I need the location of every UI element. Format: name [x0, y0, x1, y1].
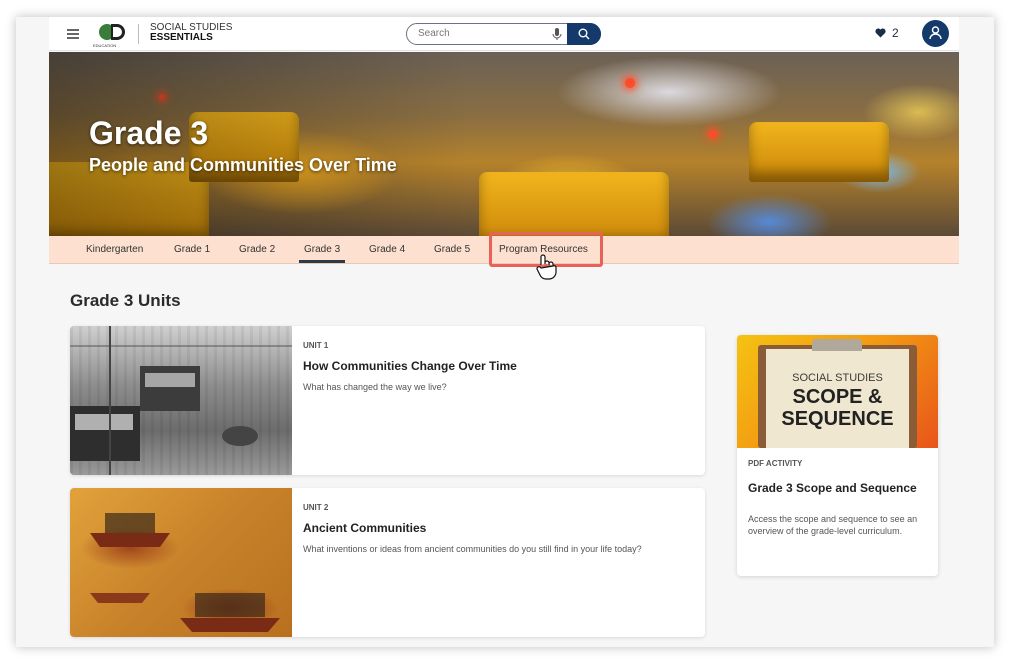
unit-description: What has changed the way we live? [303, 382, 447, 392]
heart-icon [875, 28, 886, 38]
image-text-line3: SEQUENCE [781, 408, 894, 430]
unit-label: UNIT 1 [303, 341, 329, 350]
search-placeholder: Search [418, 28, 450, 39]
product-name[interactable]: SOCIAL STUDIES ESSENTIALS [150, 23, 232, 43]
microphone-icon[interactable] [552, 28, 562, 41]
section-title: Grade 3 Units [70, 291, 181, 310]
ancient-boats-drawing [90, 513, 280, 632]
hero-light [625, 78, 635, 88]
logo-divider [138, 24, 139, 44]
card-description: Access the scope and sequence to see an … [748, 514, 918, 536]
favorites-count: 2 [892, 26, 899, 40]
page-subtitle: People and Communities Over Time [89, 155, 397, 175]
unit-title[interactable]: Ancient Communities [303, 521, 426, 535]
tab-kindergarten[interactable]: Kindergarten [86, 244, 143, 255]
browser-frame: EDUCATION SOCIAL STUDIES ESSENTIALS Sear… [16, 17, 994, 647]
unit-2-image[interactable] [70, 488, 292, 637]
user-avatar-button[interactable] [922, 20, 949, 47]
unit-label: UNIT 2 [303, 503, 329, 512]
product-name-line2: ESSENTIALS [150, 32, 213, 43]
hero-light [709, 130, 717, 138]
tab-grade-4[interactable]: Grade 4 [369, 244, 405, 255]
hero-taxi-shape [749, 122, 889, 182]
tab-grade-5[interactable]: Grade 5 [434, 244, 470, 255]
favorites-button[interactable]: 2 [875, 26, 899, 40]
unit-title[interactable]: How Communities Change Over Time [303, 359, 517, 373]
card-title[interactable]: Grade 3 Scope and Sequence [748, 481, 917, 495]
scope-sequence-image[interactable]: SOCIAL STUDIES SCOPE & SEQUENCE [737, 335, 938, 448]
top-navigation-bar: EDUCATION SOCIAL STUDIES ESSENTIALS Sear… [49, 17, 959, 51]
unit-1-image[interactable] [70, 326, 292, 475]
user-icon [929, 26, 942, 40]
image-text-line2: SCOPE & [792, 386, 883, 408]
tab-grade-3[interactable]: Grade 3 [298, 244, 346, 263]
clipboard-clip [812, 339, 862, 351]
hero-taxi-shape [479, 172, 669, 236]
tab-grade-2[interactable]: Grade 2 [239, 244, 275, 255]
unit-card[interactable]: UNIT 1 How Communities Change Over Time … [70, 326, 705, 475]
tab-grade-1[interactable]: Grade 1 [174, 244, 210, 255]
scope-sequence-card[interactable]: SOCIAL STUDIES SCOPE & SEQUENCE PDF ACTI… [737, 335, 938, 576]
search-icon [578, 28, 590, 40]
image-text-line1: SOCIAL STUDIES [792, 372, 883, 384]
page-title: Grade 3 [89, 115, 209, 151]
logo-subtext: EDUCATION [93, 43, 117, 48]
unit-description: What inventions or ideas from ancient co… [303, 544, 642, 554]
menu-icon[interactable] [67, 29, 79, 39]
hero-banner: Grade 3 People and Communities Over Time [49, 52, 959, 236]
street-scene-drawing [70, 326, 292, 475]
search-button[interactable] [567, 23, 601, 45]
card-type-label: PDF ACTIVITY [748, 459, 803, 468]
unit-card[interactable]: UNIT 2 Ancient Communities What inventio… [70, 488, 705, 637]
hand-cursor-icon [536, 254, 557, 280]
